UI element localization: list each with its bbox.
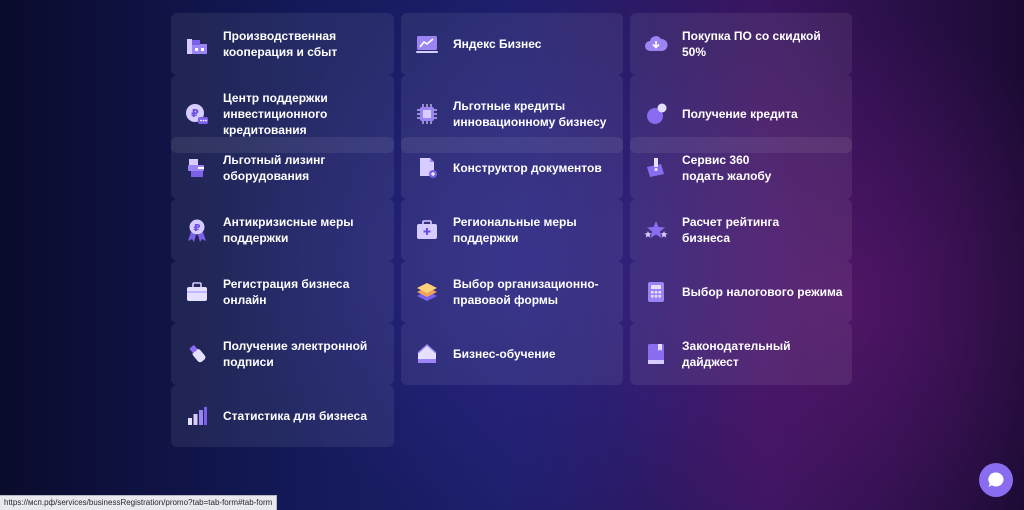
tile-label: Сервис 360 подать жалобу [682, 153, 772, 183]
tile-label: Яндекс Бизнес [453, 37, 542, 51]
stars-icon [643, 217, 669, 243]
tile-tax-regime[interactable]: Выбор налогового режима [630, 261, 852, 323]
tile-business-education[interactable]: Бизнес-обучение [401, 323, 623, 385]
document-icon [414, 155, 440, 181]
bar-chart-icon [184, 403, 210, 429]
complaint-icon [643, 155, 669, 181]
tile-label: Выбор организационно- правовой формы [453, 277, 599, 307]
briefcase-icon [184, 279, 210, 305]
calculator-icon [643, 279, 669, 305]
tile-label: Льготный лизинг оборудования [223, 153, 326, 183]
machine-icon [184, 155, 210, 181]
tile-label: Бизнес-обучение [453, 347, 556, 361]
tile-label: Антикризисные меры поддержки [223, 215, 354, 245]
tile-business-rating[interactable]: Расчет рейтинга бизнеса [630, 199, 852, 261]
tile-label: Получение электронной подписи [223, 339, 368, 369]
layers-icon [414, 279, 440, 305]
tile-label: Получение кредита [682, 107, 798, 121]
tile-label: Льготные кредиты инновационному бизнесу [453, 99, 607, 129]
tile-yandex-business[interactable]: Яндекс Бизнес [401, 13, 623, 75]
growth-chart-icon [414, 31, 440, 57]
school-icon [414, 341, 440, 367]
tile-label: Покупка ПО со скидкой 50% [682, 29, 821, 59]
tile-document-builder[interactable]: Конструктор документов [401, 137, 623, 199]
tile-label: Конструктор документов [453, 161, 602, 175]
tile-business-registration[interactable]: Регистрация бизнеса онлайн [171, 261, 394, 323]
usb-key-icon [184, 341, 210, 367]
tile-label: Региональные меры поддержки [453, 215, 577, 245]
tile-label: Производственная кооперация и сбыт [223, 29, 338, 59]
services-grid: Производственная кооперация и сбыт Яндек… [171, 13, 852, 447]
tile-label: Расчет рейтинга бизнеса [682, 215, 780, 245]
chat-button[interactable] [979, 463, 1013, 497]
tile-business-statistics[interactable]: Статистика для бизнеса [171, 385, 394, 447]
medkit-icon [414, 217, 440, 243]
tile-equipment-leasing[interactable]: Льготный лизинг оборудования [171, 137, 394, 199]
tile-service-360[interactable]: Сервис 360 подать жалобу [630, 137, 852, 199]
status-bar-url: https://мсп.рф/services/businessRegistra… [0, 495, 278, 510]
tile-regional-support[interactable]: Региональные меры поддержки [401, 199, 623, 261]
book-icon [643, 341, 669, 367]
chip-icon [414, 101, 440, 127]
tile-electronic-signature[interactable]: Получение электронной подписи [171, 323, 394, 385]
ruble-badge-icon: ₽ [184, 217, 210, 243]
tile-legal-form[interactable]: Выбор организационно- правовой формы [401, 261, 623, 323]
tile-label: Выбор налогового режима [682, 285, 843, 299]
tile-label: Законодательный дайджест [682, 339, 791, 369]
tile-label: Центр поддержки инвестиционного кредитов… [223, 91, 328, 137]
cloud-download-icon [643, 31, 669, 57]
chat-bubble-icon [986, 470, 1006, 490]
factory-icon [184, 31, 210, 57]
coin-icon [643, 101, 669, 127]
tile-legislative-digest[interactable]: Законодательный дайджест [630, 323, 852, 385]
ruble-chat-icon: ₽ [184, 101, 210, 127]
svg-text:₽: ₽ [191, 107, 199, 120]
tile-label: Статистика для бизнеса [223, 409, 367, 423]
tile-anticrisis-support[interactable]: ₽ Антикризисные меры поддержки [171, 199, 394, 261]
tile-label: Регистрация бизнеса онлайн [223, 277, 350, 307]
svg-text:₽: ₽ [194, 223, 201, 234]
tile-software-discount[interactable]: Покупка ПО со скидкой 50% [630, 13, 852, 75]
tile-production-cooperation[interactable]: Производственная кооперация и сбыт [171, 13, 394, 75]
